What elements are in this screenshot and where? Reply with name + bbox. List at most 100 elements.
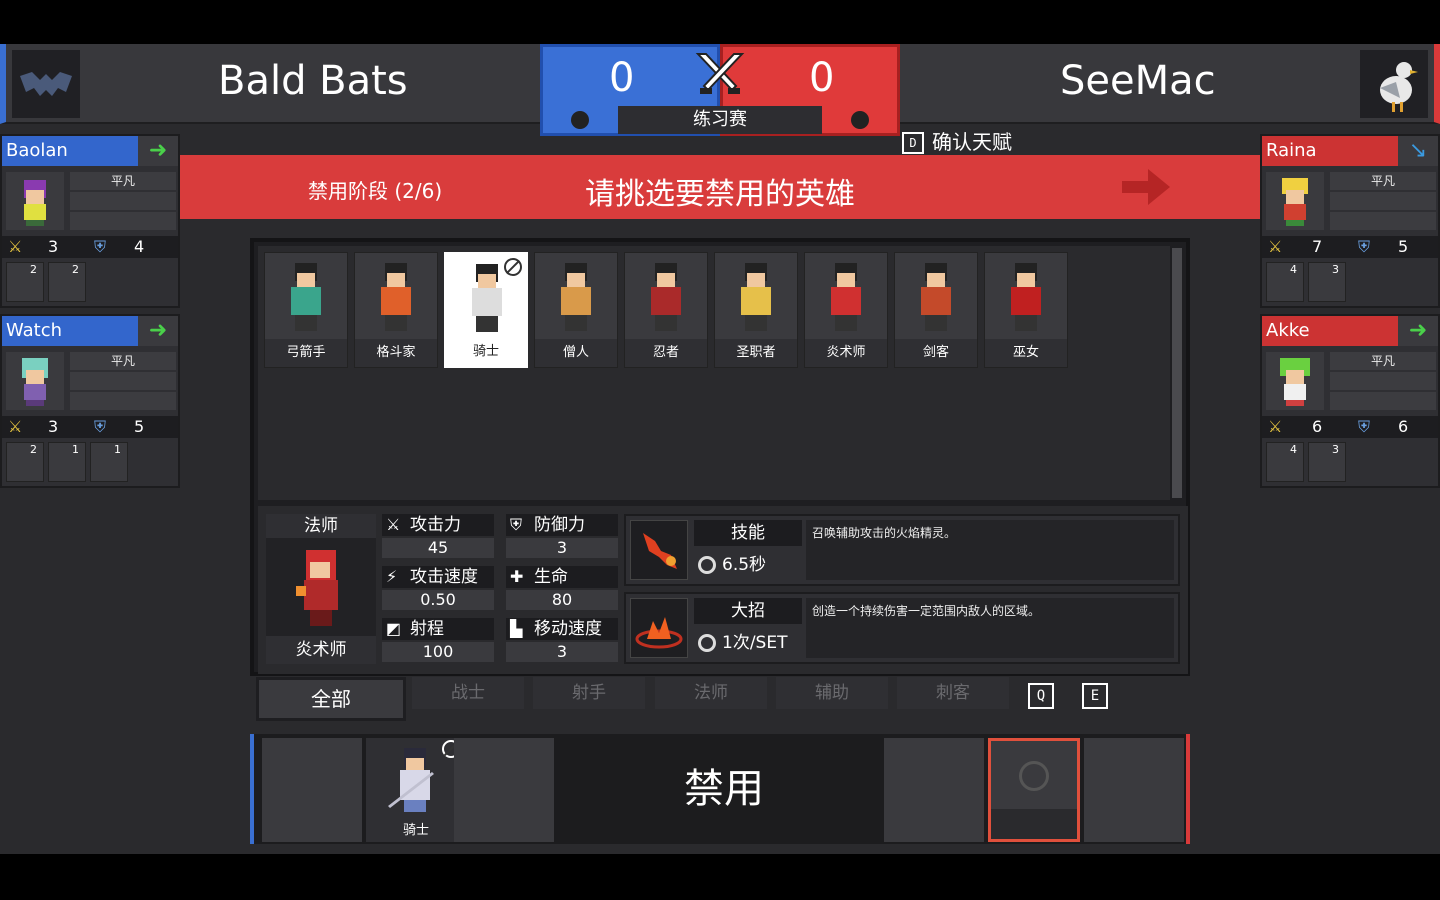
- confirm-talent-label: 确认天赋: [932, 130, 1012, 154]
- filter-tab-assassin[interactable]: 刺客: [897, 677, 1009, 709]
- player-stats: ⚔ 3 ⛨ 4: [2, 236, 178, 258]
- key-e-icon[interactable]: E: [1082, 683, 1108, 709]
- right-ban-slot-active[interactable]: [988, 738, 1080, 842]
- player-slot-empty: [70, 212, 176, 230]
- ultimate-name: 大招: [694, 598, 802, 624]
- hero-portrait: [633, 259, 699, 337]
- ban-placeholder-icon: [1019, 761, 1049, 791]
- player-name: Baolan: [2, 136, 138, 166]
- filter-tab-support[interactable]: 辅助: [776, 677, 888, 709]
- ban-icon: [504, 258, 522, 276]
- stat-range: ◩ 射程 100: [382, 618, 494, 664]
- sword-icon: ⚔: [1268, 417, 1283, 436]
- hero-card[interactable]: 巫女: [984, 252, 1068, 368]
- player-stats: ⚔ 3 ⛨ 5: [2, 416, 178, 438]
- stat-label: 生命: [534, 567, 568, 587]
- hero-card[interactable]: 忍者: [624, 252, 708, 368]
- banned-hero-label: 骑士: [402, 823, 429, 838]
- stat-value: 100: [382, 642, 494, 662]
- right-score: 0: [809, 55, 835, 101]
- hero-label: 巫女: [985, 339, 1067, 367]
- mini-hero-slot: 2: [48, 262, 86, 302]
- mini-hero-slot: 2: [6, 442, 44, 482]
- red-arrow-right-icon: [1118, 163, 1174, 211]
- ultimate-panel: 大招 1次/SET 创造一个持续伤害一定范围内敌人的区域。: [624, 592, 1180, 664]
- roster-scrollbar[interactable]: [1172, 248, 1182, 498]
- fire-zone-icon: [630, 598, 688, 658]
- player-atk: 6: [1312, 417, 1323, 436]
- hero-card[interactable]: 格斗家: [354, 252, 438, 368]
- left-score: 0: [609, 55, 635, 101]
- hero-card[interactable]: 弓箭手: [264, 252, 348, 368]
- sword-icon: ⚔: [8, 237, 23, 256]
- hero-label: 僧人: [535, 339, 617, 367]
- player-atk: 7: [1312, 237, 1323, 256]
- filter-tab-mage[interactable]: 法师: [655, 677, 767, 709]
- match-mode-label: 练习赛: [618, 106, 822, 134]
- left-team-bar: Bald Bats: [0, 44, 540, 124]
- hero-card[interactable]: 剑客: [894, 252, 978, 368]
- left-ban-slot-1: [262, 738, 362, 842]
- player-card-watch[interactable]: Watch ➜ 平凡 ⚔ 3 ⛨ 5 2 1 1: [0, 314, 180, 488]
- sword-icon: ⚔: [386, 515, 401, 534]
- ban-prompt-title: 请挑选要禁用的英雄: [585, 177, 855, 212]
- shield-icon: ⛨: [1358, 237, 1371, 256]
- player-def: 5: [1398, 237, 1409, 256]
- hero-card[interactable]: 圣职者: [714, 252, 798, 368]
- stat-defense: ⛨ 防御力 3: [506, 514, 618, 560]
- player-slot-empty: [1330, 192, 1436, 210]
- stat-attack: ⚔ 攻击力 45: [382, 514, 494, 560]
- player-card-raina[interactable]: Raina ↘ 平凡 ⚔ 7 ⛨ 5 4 3: [1260, 134, 1440, 308]
- red-round-dot: [851, 111, 869, 129]
- hero-name: 炎术师: [266, 636, 376, 664]
- stat-value: 0.50: [382, 590, 494, 610]
- player-avatar: [6, 172, 64, 230]
- cooldown-icon: [698, 556, 716, 574]
- mini-count: 3: [1332, 443, 1339, 456]
- hero-portrait: [903, 259, 969, 337]
- player-atk: 3: [48, 237, 59, 256]
- filter-tab-archer[interactable]: 射手: [533, 677, 645, 709]
- hero-details: 法师 炎术师 ⚔ 攻击力 45 ⛨ 防御力 3 ⚡ 攻击速度 0.50 ✚ 生命…: [258, 506, 1188, 674]
- hero-card[interactable]: 骑士: [444, 252, 528, 368]
- ban-slot-footer: [991, 809, 1077, 839]
- confirm-talent-button[interactable]: D 确认天赋: [902, 126, 1012, 155]
- shield-icon: ⛨: [94, 417, 107, 436]
- stat-value: 3: [506, 538, 618, 558]
- hero-card[interactable]: 僧人: [534, 252, 618, 368]
- ban-center-label: 禁用: [684, 766, 764, 812]
- skill-cooldown: 6.5秒: [694, 550, 802, 580]
- player-tier: 平凡: [70, 352, 176, 370]
- mini-hero-slot: 2: [6, 262, 44, 302]
- hero-portrait: [363, 259, 429, 337]
- stat-hp: ✚ 生命 80: [506, 566, 618, 612]
- left-ban-slot-2: 骑士: [366, 738, 466, 842]
- player-card-baolan[interactable]: Baolan ➜ 平凡 ⚔ 3 ⛨ 4 2 2: [0, 134, 180, 308]
- hero-portrait: [813, 259, 879, 337]
- skill-description: 召唤辅助攻击的火焰精灵。: [806, 520, 1174, 580]
- skill-cooldown-value: 6.5秒: [722, 555, 767, 575]
- cooldown-icon: [698, 634, 716, 652]
- player-slot-empty: [70, 372, 176, 390]
- green-arrow-icon: ➜: [138, 136, 178, 166]
- player-name: Raina: [1262, 136, 1398, 166]
- filter-tab-all[interactable]: 全部: [256, 677, 406, 721]
- hero-card[interactable]: 炎术师: [804, 252, 888, 368]
- stat-label: 移动速度: [534, 619, 602, 639]
- key-q-icon[interactable]: Q: [1028, 683, 1054, 709]
- mini-hero-slot: 3: [1308, 442, 1346, 482]
- right-team-bar: SeeMac: [900, 44, 1440, 124]
- filter-tab-warrior[interactable]: 战士: [412, 677, 524, 709]
- skill-panel: 技能 6.5秒 召唤辅助攻击的火焰精灵。: [624, 514, 1180, 586]
- stat-label: 射程: [410, 619, 444, 639]
- hero-roster: 弓箭手 格斗家 骑士 僧人 忍者 圣职者 炎术师 剑客 巫女: [258, 246, 1170, 500]
- player-card-akke[interactable]: Akke ➜ 平凡 ⚔ 6 ⛨ 6 4 3: [1260, 314, 1440, 488]
- mini-count: 2: [30, 263, 37, 276]
- mini-count: 4: [1290, 443, 1297, 456]
- stat-value: 45: [382, 538, 494, 558]
- fire-spirit-icon: [630, 520, 688, 580]
- sword-icon: ⚔: [8, 417, 23, 436]
- hero-label: 炎术师: [805, 339, 887, 367]
- player-stats: ⚔ 7 ⛨ 5: [1262, 236, 1438, 258]
- player-atk: 3: [48, 417, 59, 436]
